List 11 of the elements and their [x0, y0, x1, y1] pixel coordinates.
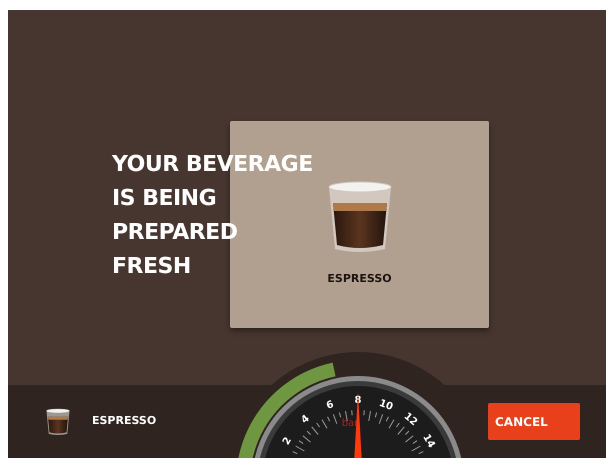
espresso-cup-icon — [45, 406, 71, 436]
unit-label: bar — [342, 418, 358, 429]
dial-number: 2 — [280, 435, 294, 448]
dial-number: 4 — [299, 413, 312, 426]
dial-number: 14 — [420, 432, 437, 450]
dial-number: 6 — [324, 399, 336, 412]
beverage-name: ESPRESSO — [92, 413, 156, 430]
dial-number: 10 — [377, 398, 394, 413]
cancel-button[interactable]: CANCEL — [488, 403, 580, 440]
beverage-name: ESPRESSO — [327, 271, 392, 287]
dial-number: 12 — [402, 410, 420, 428]
